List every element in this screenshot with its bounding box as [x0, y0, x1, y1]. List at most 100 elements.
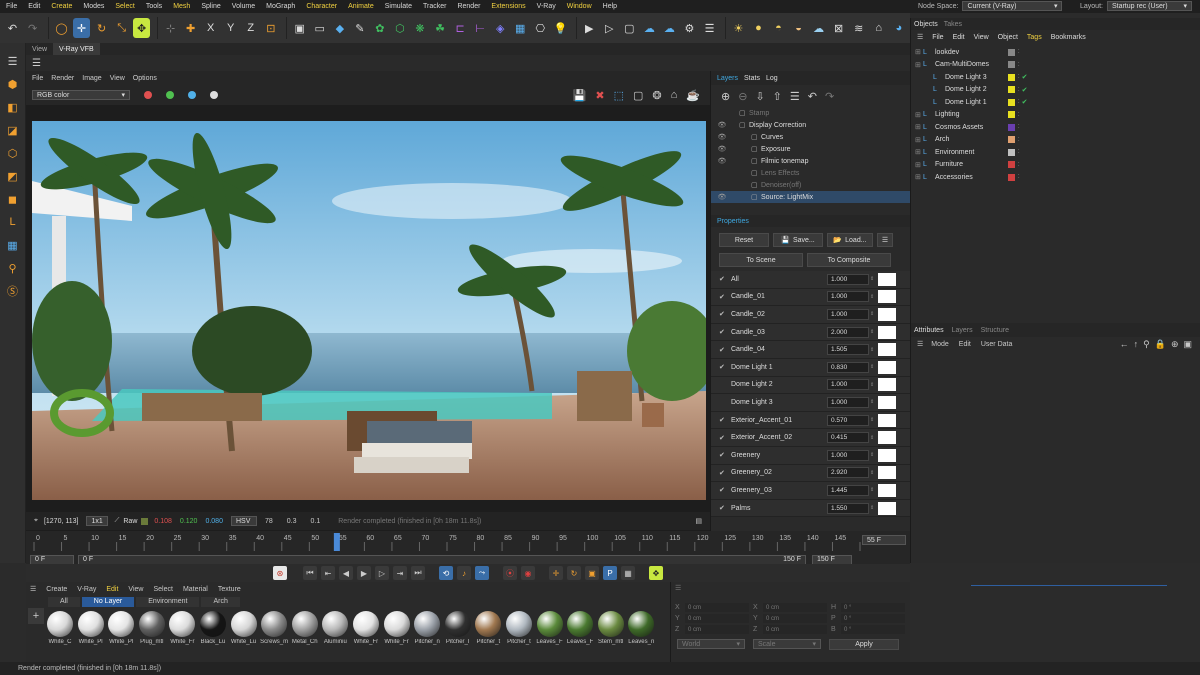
light-checkbox[interactable]: ✔ — [719, 310, 727, 318]
menu-mograph[interactable]: MoGraph — [266, 3, 295, 10]
object-row[interactable]: ⊞ L Cosmos Assets ⁚ — [911, 121, 1200, 134]
undo-icon[interactable]: ↶ — [4, 18, 21, 38]
coordinate-system-icon[interactable]: ⊡ — [262, 18, 279, 38]
light-intensity-field[interactable]: 1.445 — [827, 484, 869, 496]
transform-icon[interactable]: ✥ — [133, 18, 151, 38]
light-intensity-field[interactable]: 1.000 — [827, 291, 869, 303]
options-button[interactable]: ☰ — [877, 233, 893, 247]
menu-simulate[interactable]: Simulate — [385, 3, 412, 10]
bend-icon[interactable]: ⊢ — [472, 18, 489, 38]
light-intensity-field[interactable]: 1.000 — [827, 379, 869, 391]
to-composite-button[interactable]: To Composite — [807, 253, 891, 267]
render-interactive-icon[interactable]: ❂ — [652, 89, 661, 102]
visibility-dots-icon[interactable]: ⁚ — [1018, 87, 1020, 93]
expand-icon[interactable]: ⊞ — [915, 173, 923, 181]
vray-light-icon[interactable]: ☀ — [730, 18, 747, 38]
material-filter-tab[interactable]: Arch — [201, 596, 240, 607]
light-color-swatch[interactable] — [878, 431, 897, 445]
material-swatch[interactable]: Pitcher_n — [413, 611, 441, 645]
coord-field[interactable]: 0 cm — [685, 614, 749, 623]
tab-view[interactable]: View — [26, 43, 53, 55]
layer-color-tag[interactable] — [1008, 86, 1015, 94]
coord-field[interactable]: 0 cm — [763, 614, 827, 623]
hamburger-menu-icon[interactable]: ☰ — [917, 340, 923, 348]
layer-row[interactable]: 👁 ▢ Source: LightMix — [711, 191, 910, 203]
start-frame-field[interactable]: 0 F — [30, 554, 74, 565]
loop-icon[interactable]: ⟲ — [439, 566, 453, 580]
menu-character[interactable]: Character — [306, 3, 337, 10]
material-swatch[interactable]: White_Fr — [168, 611, 196, 645]
menu-window[interactable]: Window — [567, 3, 592, 10]
timeline[interactable]: 0 5 10 15 20 25 30 35 40 45 50 55 60 65 70 75 80 85 90 95 10… — [26, 531, 910, 565]
visibility-dots-icon[interactable]: ⁚ — [1018, 74, 1020, 80]
coord-field[interactable]: 0 cm — [685, 603, 749, 612]
vray-proxy-icon[interactable]: ⊠ — [830, 18, 847, 38]
record-keyframe-icon[interactable]: ⦿ — [503, 566, 517, 580]
reset-button[interactable]: Reset — [719, 233, 769, 247]
light-checkbox[interactable]: ✔ — [719, 363, 727, 371]
visibility-dots-icon[interactable]: ⁚ — [1018, 99, 1020, 105]
layer-list-icon[interactable]: ☰ — [790, 90, 800, 103]
search-icon[interactable]: ⚲ — [1143, 339, 1150, 350]
menu-render[interactable]: Render — [457, 3, 480, 10]
material-swatch[interactable]: Screws_m — [260, 611, 288, 645]
sound-icon[interactable]: ♪ — [457, 566, 471, 580]
tab-stats[interactable]: Stats — [744, 75, 760, 82]
material-swatch[interactable]: Black_Lu — [199, 611, 227, 645]
previous-key-icon[interactable]: ⇤ — [321, 566, 335, 580]
stepper-icon[interactable]: ⇕ — [870, 435, 874, 441]
visibility-dots-icon[interactable]: ⁚ — [1018, 137, 1020, 143]
visibility-dots-icon[interactable]: ⁚ — [1018, 149, 1020, 155]
layer-color-tag[interactable] — [1008, 173, 1015, 181]
pixel-picker-icon[interactable]: ⌖ — [34, 517, 38, 525]
material-swatch[interactable]: Plug_mtl — [138, 611, 166, 645]
floor-icon[interactable]: ▦ — [512, 18, 529, 38]
light-color-swatch[interactable] — [878, 343, 897, 357]
layer-row[interactable]: ▢ Denoiser(off) — [711, 179, 910, 191]
light-checkbox[interactable]: ✔ — [719, 275, 727, 283]
material-menu-create[interactable]: Create — [46, 586, 67, 593]
object-row[interactable]: ⊞ L Environment ⁚ — [911, 146, 1200, 159]
vray-camera-icon[interactable]: ⌂ — [870, 18, 887, 38]
layer-color-tag[interactable] — [1008, 161, 1015, 169]
vray-vfb-icon[interactable]: ▢ — [621, 18, 638, 38]
add-material-icon[interactable]: + — [28, 608, 44, 624]
material-swatch[interactable]: Pitcher_t — [474, 611, 502, 645]
light-icon[interactable]: 💡 — [552, 18, 569, 38]
go-to-end-icon[interactable]: ⏭ — [411, 566, 425, 580]
object-row[interactable]: L Dome Light 1 ⁚ ✔ — [911, 96, 1200, 109]
polygon-mode-icon[interactable]: ◼ — [3, 189, 23, 209]
menu-animate[interactable]: Animate — [348, 3, 374, 10]
stepper-icon[interactable]: ⇕ — [870, 505, 874, 511]
visibility-dots-icon[interactable]: ⁚ — [1018, 174, 1020, 180]
next-frame-icon[interactable]: ▷ — [375, 566, 389, 580]
blue-channel-icon[interactable] — [188, 91, 196, 99]
stepper-icon[interactable]: ⇕ — [870, 470, 874, 476]
clear-image-icon[interactable]: ✖ — [595, 89, 604, 102]
coordinate-mode-select[interactable]: Scale ▾ — [753, 639, 821, 649]
light-checkbox[interactable]: ✔ — [719, 328, 727, 336]
material-menu-material[interactable]: Material — [183, 586, 208, 593]
new-window-icon[interactable]: ⊕ — [1171, 339, 1179, 350]
render-icon[interactable]: ▶ — [581, 18, 598, 38]
coord-field[interactable]: 0 cm — [763, 625, 827, 634]
material-swatch[interactable]: White_Pl — [107, 611, 135, 645]
next-key-icon[interactable]: ⇥ — [393, 566, 407, 580]
point-mode-icon[interactable]: ⬡ — [3, 143, 23, 163]
tab-attributes[interactable]: Attributes — [914, 327, 944, 334]
vfb-menu-image[interactable]: Image — [82, 75, 101, 82]
light-color-swatch[interactable] — [878, 501, 897, 515]
material-swatch[interactable]: Aluminiu — [321, 611, 349, 645]
stepper-icon[interactable]: ⇕ — [870, 452, 874, 458]
menu-spline[interactable]: Spline — [201, 3, 220, 10]
key-scale-icon[interactable]: ▣ — [585, 566, 599, 580]
material-swatch[interactable]: Pitcher_t — [505, 611, 533, 645]
cloner-icon[interactable]: ❋ — [411, 18, 428, 38]
vray-dome-icon[interactable]: ◓ — [770, 18, 787, 38]
object-row[interactable]: ⊞ L Cam-MultiDomes ⁚ — [911, 59, 1200, 72]
object-row[interactable]: ⊞ L Furniture ⁚ — [911, 159, 1200, 172]
stepper-icon[interactable]: ⇕ — [870, 329, 874, 335]
material-swatch[interactable]: White_Fr — [352, 611, 380, 645]
coord-field[interactable]: 0 ° — [841, 603, 905, 612]
key-position-icon[interactable]: ✛ — [549, 566, 563, 580]
